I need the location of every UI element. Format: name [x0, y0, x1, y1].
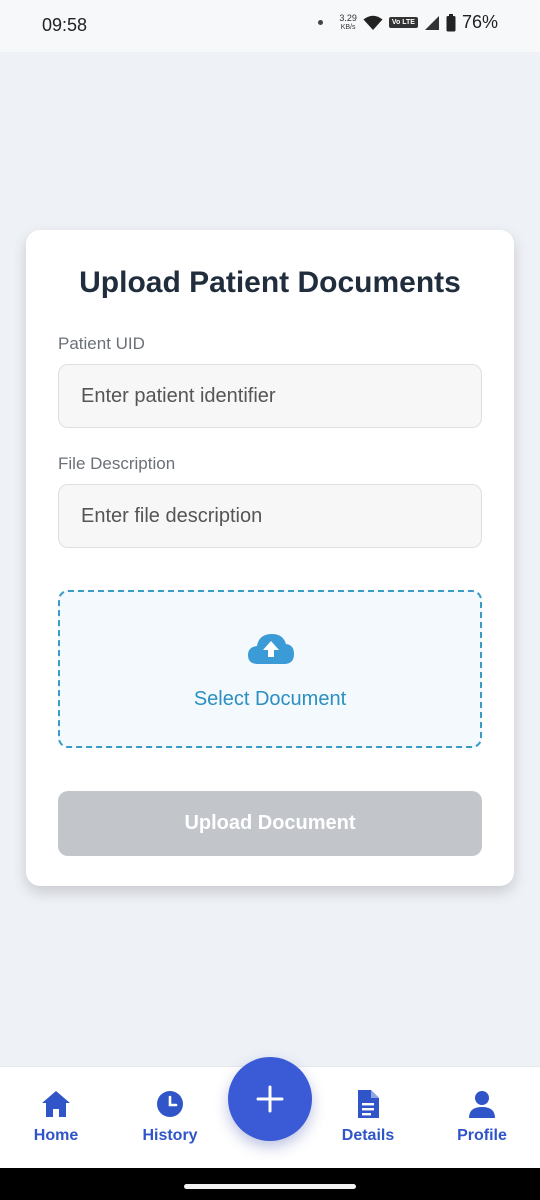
- nav-item-details[interactable]: Details: [318, 1089, 418, 1145]
- document-icon: [358, 1090, 379, 1118]
- nav-item-home[interactable]: Home: [6, 1089, 106, 1145]
- page-title: Upload Patient Documents: [79, 266, 461, 299]
- file-description-input[interactable]: [58, 484, 482, 548]
- plus-icon: [256, 1085, 284, 1113]
- nav-item-profile[interactable]: Profile: [432, 1089, 532, 1145]
- select-document-dropzone[interactable]: Select Document: [58, 590, 482, 748]
- nav-label-profile: Profile: [457, 1127, 507, 1144]
- nav-label-details: Details: [341, 1127, 395, 1144]
- battery-percentage: 76%: [461, 12, 498, 32]
- cloud-upload-icon: [248, 634, 294, 664]
- home-icon: [42, 1091, 70, 1117]
- user-icon: [469, 1091, 495, 1118]
- nav-label-home: Home: [33, 1127, 79, 1144]
- volte-badge: Vo LTE: [388, 17, 418, 28]
- nav-item-history[interactable]: History: [120, 1089, 220, 1145]
- select-document-label: Select Document: [193, 688, 347, 710]
- network-speed: 3.29 KB/s: [339, 12, 357, 32]
- system-gesture-area: [0, 1168, 540, 1200]
- gesture-handle[interactable]: [184, 1184, 356, 1189]
- clock-icon: [157, 1091, 183, 1117]
- patient-uid-label: Patient UID: [58, 334, 145, 353]
- battery-icon: [446, 13, 456, 31]
- upload-card: Upload Patient Documents Patient UID Fil…: [26, 230, 514, 886]
- signal-icon: [424, 15, 439, 30]
- upload-document-button[interactable]: Upload Document: [58, 791, 482, 856]
- file-description-label: File Description: [58, 454, 176, 473]
- network-speed-unit: KB/s: [340, 23, 356, 31]
- patient-uid-input[interactable]: [58, 364, 482, 428]
- status-bar: 09:58 3.29 KB/s Vo LTE 76%: [0, 0, 540, 52]
- status-icons: 3.29 KB/s Vo LTE 76%: [318, 12, 498, 33]
- nav-label-history: History: [142, 1127, 198, 1144]
- status-time: 09:58: [42, 15, 88, 35]
- network-speed-value: 3.29: [339, 12, 357, 23]
- notification-dot: [318, 20, 324, 25]
- wifi-icon: [363, 15, 383, 30]
- add-fab-button[interactable]: [228, 1057, 312, 1141]
